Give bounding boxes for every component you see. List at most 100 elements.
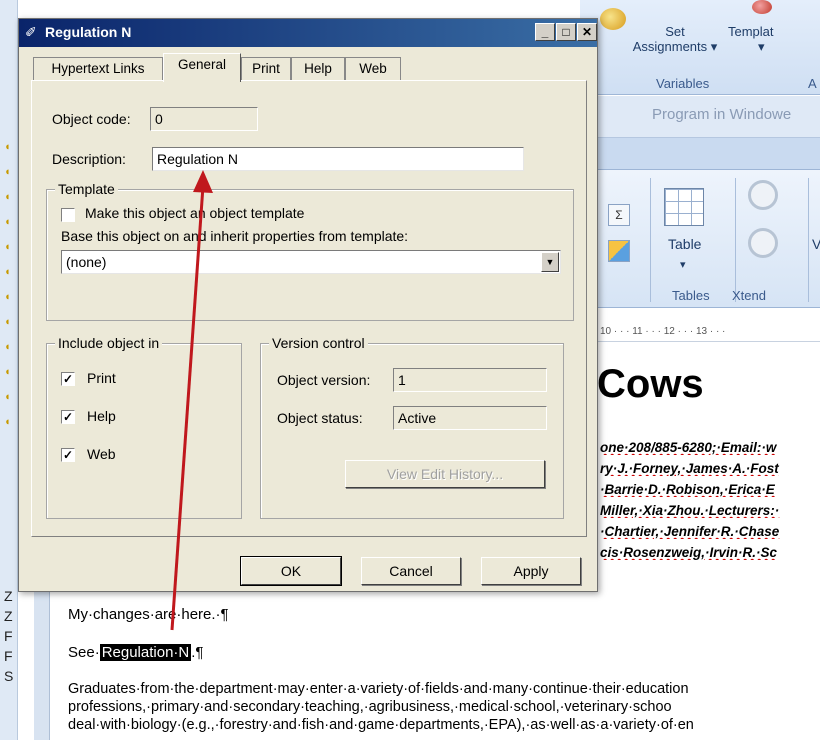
templates-icon [752, 0, 772, 14]
tab-print[interactable]: Print [241, 57, 291, 81]
sum-icon[interactable]: Σ [608, 204, 630, 226]
set-assignments-button[interactable]: Set Assignments ▾ [630, 24, 720, 55]
object-code-label: Object code: [52, 111, 131, 127]
minimize-button[interactable]: _ [535, 23, 555, 41]
see-suffix: .¶ [191, 644, 204, 661]
see-prefix: See· [68, 644, 100, 661]
ribbon-separator [650, 178, 651, 302]
regulation-link-selected[interactable]: Regulation·N [99, 644, 192, 661]
tree-node-icon: ◖ [4, 391, 11, 403]
set-assignments-line2: Assignments ▾ [632, 39, 718, 54]
template-group-label: Template [55, 181, 118, 197]
tab-web[interactable]: Web [345, 57, 401, 81]
cancel-button[interactable]: Cancel [361, 557, 461, 585]
general-tab-panel: Object code: 0 Description: Regulation N… [31, 80, 587, 537]
tables-group-label: Tables [672, 288, 710, 303]
zoom-icon[interactable] [748, 180, 778, 210]
margin-letter: Z [4, 588, 13, 604]
tree-node-icon: ◖ [4, 266, 11, 278]
base-template-label: Base this object on and inherit properti… [61, 228, 409, 244]
close-button[interactable]: ✕ [577, 23, 597, 41]
apply-button[interactable]: Apply [481, 557, 581, 585]
margin-letter: Z [4, 608, 13, 624]
tab-general[interactable]: General [163, 53, 241, 82]
dropdown-arrow-icon[interactable]: ▼ [541, 252, 559, 272]
document-paragraph: Graduates·from·the·department·may·enter·… [68, 680, 820, 740]
tab-help[interactable]: Help [291, 57, 345, 81]
xtend-group-label: Xtend [732, 288, 766, 303]
v-button-label[interactable]: V [812, 236, 820, 252]
tree-node-icon: ◖ [4, 141, 11, 153]
web-checkbox-label: Web [87, 446, 116, 462]
margin-letter: F [4, 628, 13, 644]
paragraph-line: professions,·primary·and·secondary·teach… [68, 699, 672, 715]
tree-node-icon: ◖ [4, 166, 11, 178]
view-edit-history-button[interactable]: View Edit History... [345, 460, 545, 488]
tree-node-icon: ◖ [4, 241, 11, 253]
chart-icon[interactable] [608, 240, 630, 262]
document-fragment: Miller,·Xia·Zhou.·Lecturers:· [600, 503, 780, 518]
dialog-title: Regulation N [45, 24, 132, 40]
tree-node-icon: ◖ [4, 316, 11, 328]
margin-letter: S [4, 668, 14, 684]
document-line-changes: My·changes·are·here.·¶ [68, 606, 229, 623]
program-title-bar: Program in Windowe [580, 96, 820, 138]
help-checkbox[interactable]: ✓ [61, 410, 75, 424]
tree-node-icon: ◖ [4, 416, 11, 428]
object-status-field: Active [393, 406, 547, 430]
zoom-icon[interactable] [748, 228, 778, 258]
ribbon-separator [808, 178, 809, 302]
group-a-label: A [808, 76, 817, 91]
document-fragment: ·Barrie·D.·Robison,·Erica·E [600, 482, 775, 497]
dialog-titlebar[interactable]: ✐ Regulation N _ □ ✕ [19, 19, 597, 47]
help-checkbox-label: Help [87, 408, 116, 424]
make-template-label: Make this object an object template [85, 205, 305, 221]
tree-node-icon: ◖ [4, 291, 11, 303]
app-left-strip: ◖ ◖ ◖ ◖ ◖ ◖ ◖ ◖ ◖ ◖ ◖ ◖ Z Z F F S [0, 0, 18, 740]
variables-group-label: Variables [656, 76, 710, 91]
tab-hypertext-links[interactable]: Hypertext Links [33, 57, 163, 81]
object-status-label: Object status: [277, 410, 363, 426]
web-checkbox[interactable]: ✓ [61, 448, 75, 462]
regulation-dialog: ✐ Regulation N _ □ ✕ Hypertext Links Gen… [18, 18, 598, 592]
table-dropdown-arrow[interactable]: ▾ [680, 258, 686, 271]
horizontal-ruler: 10 · · · 11 · · · 12 · · · 13 · · · [580, 322, 820, 342]
ok-button[interactable]: OK [240, 556, 342, 586]
table-icon[interactable] [664, 188, 704, 226]
include-object-group: Include object in ✓ Print ✓ Help ✓ Web [46, 335, 242, 519]
document-heading: Cows [597, 362, 704, 406]
description-input[interactable]: Regulation N [152, 147, 524, 171]
vertical-ruler [34, 575, 50, 740]
document-fragment: cis·Rosenzweig,·Irvin·R.·Sc [600, 545, 778, 560]
object-code-field: 0 [150, 107, 258, 131]
document-fragment: ry·J.·Forney,·James·A.·Fost [600, 461, 779, 476]
pen-icon: ✐ [25, 24, 37, 40]
table-button-label[interactable]: Table [668, 236, 701, 252]
include-group-label: Include object in [55, 335, 163, 351]
ribbon-tab-strip [580, 138, 820, 170]
margin-letter: F [4, 648, 13, 664]
templates-button[interactable]: Templat ▾ [728, 24, 820, 55]
program-title: Program in Windowe [652, 106, 792, 123]
paragraph-line: deal·with·biology·(e.g.,·forestry·and·fi… [68, 717, 694, 733]
print-checkbox-label: Print [87, 370, 116, 386]
description-label: Description: [52, 151, 126, 167]
make-template-checkbox[interactable] [61, 208, 75, 222]
ribbon-top: Set Assignments ▾ Templat ▾ Variables A [580, 0, 820, 95]
tree-node-icon: ◖ [4, 341, 11, 353]
base-template-select[interactable]: (none) ▼ [61, 250, 561, 274]
print-checkbox[interactable]: ✓ [61, 372, 75, 386]
document-fragment: ·Chartier,·Jennifer·R.·Chase [600, 524, 780, 539]
base-template-value: (none) [66, 254, 107, 270]
version-control-group: Version control Object version: 1 Object… [260, 335, 564, 519]
tree-node-icon: ◖ [4, 216, 11, 228]
set-assignments-icon [600, 8, 626, 30]
maximize-button[interactable]: □ [556, 23, 576, 41]
ribbon-separator [735, 178, 736, 302]
set-assignments-line1: Set [665, 24, 685, 39]
document-fragment: one·208/885-6280;·Email:·w [600, 440, 777, 455]
tree-node-icon: ◖ [4, 191, 11, 203]
paragraph-line: Graduates·from·the·department·may·enter·… [68, 681, 689, 697]
tree-node-icon: ◖ [4, 366, 11, 378]
object-version-label: Object version: [277, 372, 371, 388]
